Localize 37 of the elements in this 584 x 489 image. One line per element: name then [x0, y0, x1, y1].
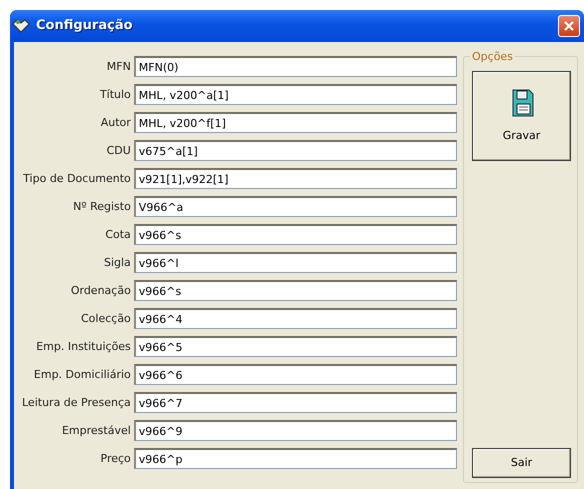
input-field[interactable]: v966^p [134, 448, 457, 469]
field-label: Emprestável [60, 423, 131, 439]
field-label: Cota [104, 227, 131, 243]
input-field[interactable]: v675^a[1] [134, 140, 457, 161]
window-title: Configuração [36, 17, 134, 36]
field-label: Sigla [102, 255, 131, 271]
input-field[interactable]: v966^6 [134, 364, 457, 385]
input-field[interactable]: MHL, v200^f[1] [134, 112, 457, 133]
input-field[interactable]: v966^9 [134, 420, 457, 441]
input-field[interactable]: V966^a [134, 196, 457, 217]
input-field[interactable]: v966^7 [134, 392, 457, 413]
input-field[interactable]: MFN(0) [134, 56, 457, 77]
input-field[interactable]: v966^l [134, 252, 457, 273]
app-icon [12, 18, 30, 34]
field-label: CDU [106, 143, 131, 159]
save-button[interactable]: Gravar [472, 71, 571, 161]
input-field[interactable]: v921[1],v922[1] [134, 168, 457, 189]
field-label: Emp. Domiciliário [32, 367, 131, 383]
field-label: Título [98, 87, 131, 103]
field-label: Ordenação [70, 283, 131, 299]
field-label: MFN [106, 59, 131, 75]
input-field[interactable]: v966^s [134, 280, 457, 301]
input-field[interactable]: v966^4 [134, 308, 457, 329]
input-field[interactable]: MHL, v200^a[1] [134, 84, 457, 105]
field-label: Emp. Instituições [35, 339, 131, 355]
field-label: Preço [100, 451, 131, 467]
input-field[interactable]: v966^s [134, 224, 457, 245]
close-button[interactable] [558, 15, 580, 37]
group-title: Opções [470, 49, 515, 66]
field-label: Leitura de Presença [22, 395, 131, 411]
close-icon [563, 20, 575, 32]
field-label: Colecção [80, 311, 131, 327]
field-label: Tipo de Documento [22, 171, 131, 187]
field-label: Nº Registo [72, 199, 131, 215]
input-field[interactable]: v966^5 [134, 336, 457, 357]
field-label: Autor [100, 115, 131, 131]
exit-button[interactable]: Sair [472, 448, 571, 478]
